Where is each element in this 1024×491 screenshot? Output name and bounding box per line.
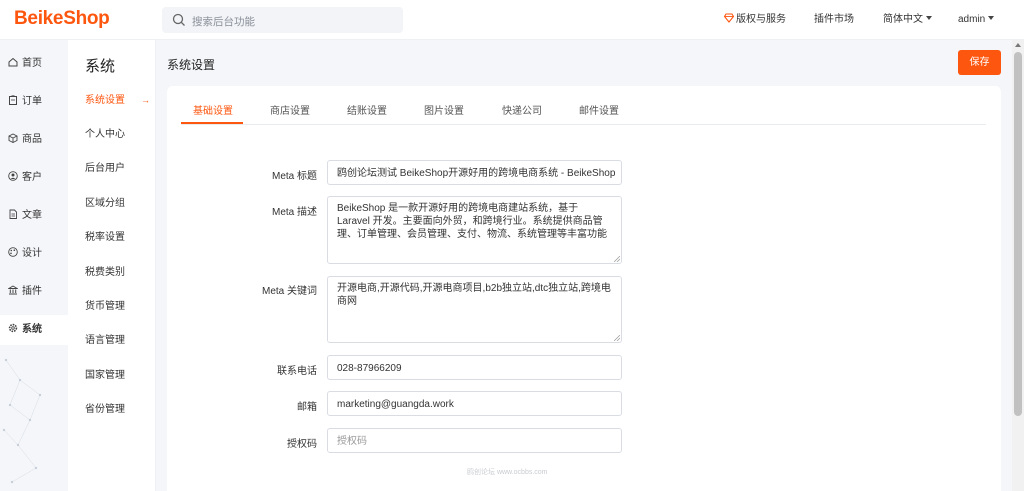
phone-input[interactable]: 028-87966209 (327, 355, 622, 380)
submenu-item-zone-groups[interactable]: 区域分组 (85, 194, 125, 209)
tab-express-companies[interactable]: 快递公司 (502, 102, 542, 117)
phone-label: 联系电话 (277, 366, 317, 377)
meta-title-label: Meta 标题 (271, 171, 317, 182)
box-icon (8, 133, 18, 143)
search-icon (172, 13, 185, 26)
meta-title-input[interactable]: 鸥创论坛测试 BeikeShop开源好用的跨境电商系统 - BeikeShop (327, 160, 622, 185)
email-input[interactable]: marketing@guangda.work (327, 391, 622, 416)
submenu-item-admin-users[interactable]: 后台用户 (85, 159, 125, 174)
submenu-item-countries[interactable]: 国家管理 (85, 366, 125, 381)
arrow-right-icon: → (141, 95, 150, 105)
submenu-item-currencies[interactable]: 货币管理 (85, 297, 125, 312)
sidebar-item-label: 文章 (22, 210, 42, 221)
caret-down-icon (988, 16, 995, 20)
settings-tabs: 基础设置 商店设置 结账设置 图片设置 快递公司 邮件设置 (181, 86, 986, 125)
submenu-item-profile[interactable]: 个人中心 (85, 125, 125, 140)
meta-description-textarea[interactable]: BeikeShop 是一款开源好用的跨境电商建站系统，基于 Laravel 开发… (327, 196, 622, 264)
top-header: BeikeShop 搜索后台功能 版权与服务 插件市场 简体中文 admin (0, 0, 1024, 40)
submenu-item-system-settings[interactable]: 系统设置 (85, 91, 125, 106)
sidebar-item-system[interactable]: 系统 (0, 315, 68, 345)
plugin-market-link[interactable]: 插件市场 (814, 0, 854, 40)
document-icon (9, 209, 17, 219)
scroll-thumb[interactable] (1014, 52, 1022, 416)
sidebar-item-label: 商品 (22, 134, 42, 145)
resize-handle-icon[interactable] (614, 256, 620, 262)
submenu-item-tax-rates[interactable]: 税率设置 (85, 228, 125, 243)
tab-image-settings[interactable]: 图片设置 (424, 102, 464, 117)
user-dropdown[interactable]: admin (958, 0, 995, 40)
sidebar-item-label: 系统 (22, 324, 42, 335)
watermark: 鸥创论坛 www.ocbbs.com (467, 469, 548, 476)
settings-card: 基础设置 商店设置 结账设置 图片设置 快递公司 邮件设置 Meta 标题 鸥创… (167, 86, 1001, 491)
license-input[interactable]: 授权码 (327, 428, 622, 453)
sidebar-item-orders[interactable]: 订单 (0, 87, 68, 117)
copyright-service-link[interactable]: 版权与服务 (724, 0, 786, 40)
language-label: 简体中文 (883, 14, 923, 25)
sidebar-item-design[interactable]: 设计 (0, 239, 68, 269)
meta-description-label: Meta 描述 (271, 207, 317, 218)
bank-icon (8, 285, 18, 295)
main-sidebar: 首页 订单 商品 客户 文章 设计 插件 系统 (0, 40, 68, 491)
system-submenu: 系统 系统设置 → 个人中心 后台用户 区域分组 税率设置 税费类别 货币管理 … (68, 40, 156, 491)
meta-keywords-text: 开源电商,开源代码,开源电商项目,b2b独立站,dtc独立站,跨境电商网 (337, 283, 611, 307)
active-tab-indicator (181, 122, 243, 124)
sidebar-item-articles[interactable]: 文章 (0, 201, 68, 231)
submenu-item-provinces[interactable]: 省份管理 (85, 400, 125, 415)
sidebar-item-products[interactable]: 商品 (0, 125, 68, 155)
sidebar-item-label: 订单 (22, 96, 42, 107)
email-label: 邮箱 (297, 402, 317, 413)
sidebar-item-home[interactable]: 首页 (0, 49, 68, 79)
meta-keywords-textarea[interactable]: 开源电商,开源代码,开源电商项目,b2b独立站,dtc独立站,跨境电商网 (327, 276, 622, 343)
sidebar-item-label: 首页 (22, 58, 42, 69)
page-title: 系统设置 (167, 58, 216, 72)
palette-icon (8, 247, 18, 257)
submenu-item-tax-classes[interactable]: 税费类别 (85, 263, 125, 278)
save-button[interactable]: 保存 (958, 50, 1001, 75)
sidebar-item-label: 客户 (22, 172, 42, 183)
license-label: 授权码 (287, 439, 317, 450)
decorative-network-pattern (2, 358, 42, 484)
meta-description-text: BeikeShop 是一款开源好用的跨境电商建站系统，基于 Laravel 开发… (337, 203, 607, 240)
home-icon (8, 57, 18, 67)
scroll-up-arrow-icon[interactable] (1015, 43, 1021, 47)
tab-basic-settings[interactable]: 基础设置 (193, 102, 233, 117)
sidebar-item-label: 插件 (22, 286, 42, 297)
caret-down-icon (926, 16, 932, 20)
resize-handle-icon[interactable] (614, 335, 620, 341)
user-label: admin (958, 14, 986, 25)
tab-mail-settings[interactable]: 邮件设置 (579, 102, 619, 117)
meta-keywords-label: Meta 关键词 (261, 286, 317, 297)
search-box[interactable]: 搜索后台功能 (162, 7, 403, 33)
tab-store-settings[interactable]: 商店设置 (270, 102, 310, 117)
tab-checkout-settings[interactable]: 结账设置 (347, 102, 387, 117)
plugin-market-label: 插件市场 (814, 14, 854, 25)
copyright-service-label: 版权与服务 (736, 14, 786, 25)
gear-icon (8, 323, 18, 333)
language-dropdown[interactable]: 简体中文 (883, 0, 932, 40)
submenu-title: 系统 (85, 58, 116, 75)
page-scrollbar[interactable] (1012, 40, 1024, 491)
submenu-item-languages[interactable]: 语言管理 (85, 331, 125, 346)
sidebar-item-plugins[interactable]: 插件 (0, 277, 68, 307)
diamond-icon (724, 13, 734, 23)
sidebar-item-label: 设计 (22, 248, 42, 259)
clipboard-icon (9, 95, 17, 105)
user-circle-icon (8, 171, 18, 181)
search-placeholder: 搜索后台功能 (192, 16, 255, 28)
logo[interactable]: BeikeShop (14, 8, 110, 30)
sidebar-item-customers[interactable]: 客户 (0, 163, 68, 193)
